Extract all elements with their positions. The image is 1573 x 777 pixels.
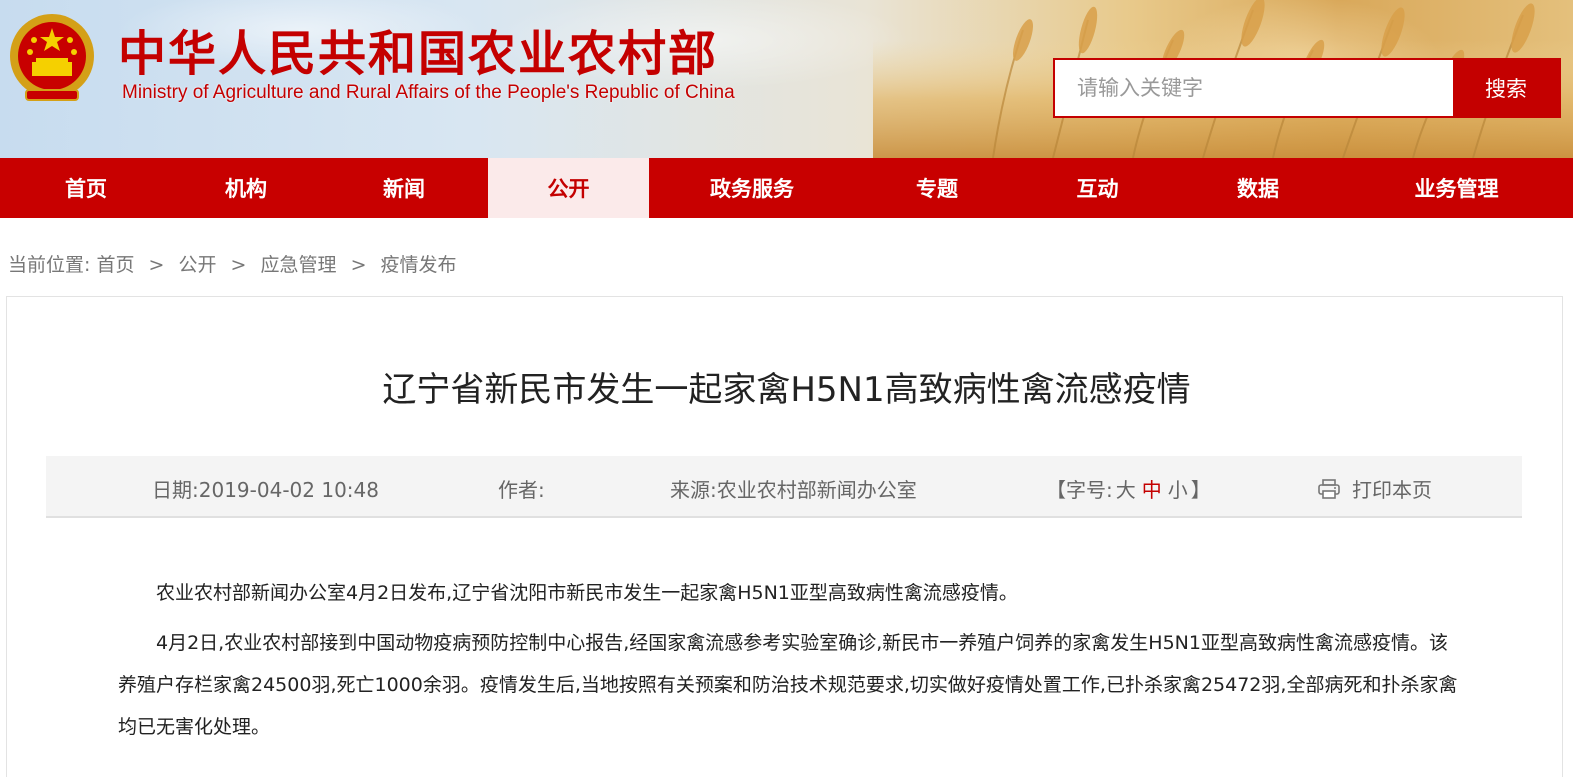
site-title-chinese: 中华人民共和国农业农村部 [118, 26, 719, 82]
search-box: 搜索 [1053, 58, 1561, 118]
article-title: 辽宁省新民市发生一起家禽H5N1高致病性禽流感疫情 [382, 370, 1191, 410]
breadcrumb-public[interactable]: 公开 [178, 254, 216, 276]
meta-author: 作者: [498, 474, 545, 503]
printer-icon [1318, 478, 1340, 499]
nav-item-services[interactable]: 政务服务 [649, 158, 855, 218]
print-page-button[interactable]: 打印本页 [1318, 474, 1432, 503]
nav-item-data[interactable]: 数据 [1176, 158, 1340, 218]
meta-source-label: 来源: [670, 478, 717, 502]
breadcrumb: 当前位置: 首页 > 公开 > 应急管理 > 疫情发布 [8, 250, 457, 277]
font-size-large-button[interactable]: 大 [1116, 478, 1136, 502]
nav-item-business[interactable]: 业务管理 [1340, 158, 1573, 218]
meta-source-value: 农业农村部新闻办公室 [716, 478, 917, 502]
breadcrumb-epidemic[interactable]: 疫情发布 [381, 254, 457, 276]
nav-item-public[interactable]: 公开 [488, 158, 649, 218]
font-size-close-bracket: 】 [1190, 478, 1211, 502]
breadcrumb-emergency[interactable]: 应急管理 [261, 254, 337, 276]
meta-author-label: 作者: [498, 478, 545, 502]
breadcrumb-prefix: 当前位置: [8, 254, 91, 276]
search-input[interactable] [1055, 60, 1453, 116]
breadcrumb-separator: > [230, 254, 247, 276]
main-nav: 首页 机构 新闻 公开 政务服务 专题 互动 数据 业务管理 [0, 158, 1573, 218]
nav-item-organization[interactable]: 机构 [172, 158, 320, 218]
article-content: 农业农村部新闻办公室4月2日发布,辽宁省沈阳市新民市发生一起家禽H5N1亚型高致… [118, 572, 1458, 756]
search-button[interactable]: 搜索 [1453, 60, 1559, 116]
breadcrumb-home[interactable]: 首页 [96, 254, 134, 276]
print-page-label: 打印本页 [1352, 478, 1432, 502]
nav-item-home[interactable]: 首页 [0, 158, 172, 218]
breadcrumb-separator: > [350, 254, 367, 276]
nav-item-topics[interactable]: 专题 [855, 158, 1019, 218]
nav-item-news[interactable]: 新闻 [320, 158, 488, 218]
national-emblem-icon [10, 14, 94, 101]
font-size-medium-button[interactable]: 中 [1142, 478, 1162, 502]
font-size-small-button[interactable]: 小 [1168, 478, 1188, 502]
breadcrumb-separator: > [148, 254, 165, 276]
article-meta-bar: 日期:2019-04-02 10:48 作者: 来源:农业农村部新闻办公室 【字… [46, 456, 1522, 518]
nav-item-interaction[interactable]: 互动 [1019, 158, 1176, 218]
article-paragraph: 4月2日,农业农村部接到中国动物疫病预防控制中心报告,经国家禽流感参考实验室确诊… [118, 632, 1458, 738]
meta-date: 日期:2019-04-02 10:48 [152, 474, 379, 503]
meta-date-value: 2019-04-02 10:48 [198, 478, 379, 502]
meta-date-label: 日期: [152, 478, 199, 502]
meta-source: 来源:农业农村部新闻办公室 [670, 474, 917, 503]
article-paragraph: 农业农村部新闻办公室4月2日发布,辽宁省沈阳市新民市发生一起家禽H5N1亚型高致… [156, 582, 1018, 604]
font-size-label: 【字号: [1046, 478, 1113, 502]
font-size-switcher: 【字号: 大中小】 [1046, 474, 1211, 503]
site-title-english: Ministry of Agriculture and Rural Affair… [122, 82, 735, 103]
site-header: 中华人民共和国农业农村部 Ministry of Agriculture and… [0, 0, 1573, 158]
